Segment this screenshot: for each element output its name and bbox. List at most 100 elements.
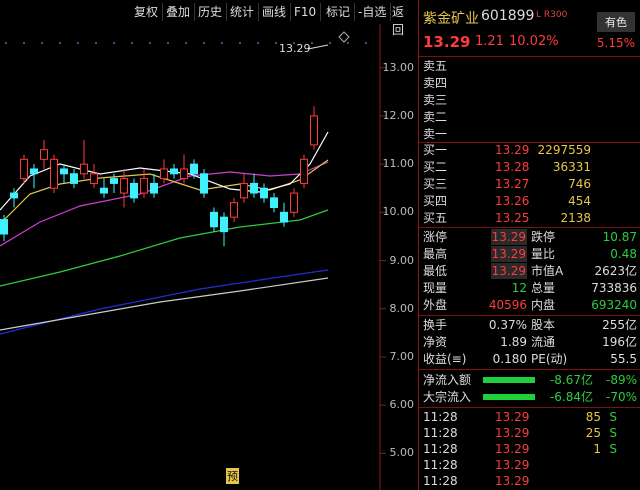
candle-body [200,173,208,194]
y-tick-label: 9.00 [389,253,415,267]
flow-row: 大宗流入 -6.84亿 -70% [419,389,640,405]
signal-dot [113,42,115,44]
ask-row[interactable]: 卖四 [419,75,640,91]
tick-row: 11:28 13.29 25 S [419,425,640,441]
ask-row[interactable]: 卖三 [419,92,640,108]
signal-dot [329,42,331,44]
stat-label: 涨停 [423,230,448,244]
candle-body [90,173,98,184]
bid-price: 13.27 [495,177,530,191]
bid-label: 买二 [423,160,448,174]
candle-body [120,178,128,194]
stat-label: 股本 [531,318,556,332]
signal-dot [149,42,151,44]
candle-body [60,168,68,175]
signal-dot [95,42,97,44]
bid-row[interactable]: 买五 13.25 2138 [419,210,640,226]
stat-row: 净资 1.89 流通 196亿 [419,334,640,350]
bid-price: 13.29 [495,143,530,157]
bid-price: 13.26 [495,194,530,208]
y-tick-label: 12.00 [382,108,415,122]
tick-time: 11:28 [423,474,458,488]
candle-body [190,163,198,175]
stock-header: 紫金矿业 601899 L R300 有色 13.29 1.21 10.02% … [419,0,640,56]
flow-label: 净流入额 [423,373,472,387]
candle-body [160,168,168,180]
y-tick-label: 5.00 [389,446,415,460]
flow-value: -8.67亿 [549,373,593,387]
flow-row: 净流入额 -8.67亿 -89% [419,372,640,388]
tick-price: 13.29 [495,410,530,424]
ask-row[interactable]: 卖五 [419,58,640,74]
tick-volume: 25 [585,426,601,440]
bid-label: 买四 [423,194,448,208]
candle-body [150,182,158,194]
stat-row: 收益(≡) 0.180 PE(动) 55.5 [419,351,640,367]
y-tick-label: 10.00 [382,205,415,219]
ma-green [0,209,329,287]
flow-label: 大宗流入 [423,390,472,404]
signal-dot [167,42,169,44]
bid-row[interactable]: 买一 13.29 2297559 [419,142,640,158]
candle-body [100,187,108,194]
tick-price: 13.29 [495,474,530,488]
candle-body [10,192,18,199]
bid-volume: 36331 [552,160,591,174]
signal-dot [347,42,349,44]
stat-value: 733836 [591,281,637,295]
candle-body [40,149,48,160]
ask-row[interactable]: 卖一 [419,126,640,142]
stat-label: 净资 [423,335,448,349]
sector-tag[interactable]: 有色 [597,12,635,32]
stock-name[interactable]: 紫金矿业 [423,8,479,28]
ask-row[interactable]: 卖二 [419,109,640,125]
candle-body [140,178,148,194]
candle-body [280,211,288,223]
stat-label: 量比 [531,247,556,261]
back-button[interactable]: 返回 [388,3,418,37]
stat-row: 现量 12 总量 733836 [419,280,640,296]
stat-value: 12 [511,281,527,295]
stat-value: 196亿 [602,335,637,349]
y-tick-label: 13.00 [382,60,415,74]
stat-label: 最高 [423,247,448,261]
stat-value: 13.29 [490,246,527,262]
add-watchlist-button[interactable]: -自选 [354,3,392,21]
divider [419,56,640,57]
y-tick-label: 8.00 [389,301,415,315]
tick-time: 11:28 [423,442,458,456]
candle-body [250,182,258,194]
stat-value: 13.29 [490,263,527,279]
bid-row[interactable]: 买四 13.26 454 [419,193,640,209]
stat-value: 0.37% [488,318,527,332]
ask-label: 卖五 [423,59,448,73]
f10-button[interactable]: F10 [290,3,322,21]
candle-body [130,182,138,199]
signal-dot [275,42,277,44]
candle-body [50,158,58,189]
overlay-button[interactable]: 叠加 [162,3,196,21]
statistics-button[interactable]: 统计 [226,3,260,21]
signal-dot [203,42,205,44]
stock-flags: L R300 [536,10,568,20]
bid-price: 13.25 [495,211,530,225]
sector-change-pct: 5.15% [596,36,635,50]
flow-pct: -89% [605,373,637,387]
divider [419,369,640,370]
mark-button[interactable]: 标记 [322,3,356,21]
stat-value: 0.48 [610,247,637,261]
history-button[interactable]: 历史 [194,3,228,21]
draw-line-button[interactable]: 画线 [258,3,292,21]
stat-value: 10.87 [602,230,637,244]
bid-label: 买五 [423,211,448,225]
tick-row: 11:28 13.29 [419,473,640,489]
signal-dot [311,42,313,44]
bid-row[interactable]: 买三 13.27 746 [419,176,640,192]
stat-row: 外盘 40596 内盘 693240 [419,297,640,313]
divider [419,315,640,316]
candle-body [260,187,268,199]
bid-row[interactable]: 买二 13.28 36331 [419,159,640,175]
kline-chart[interactable]: 13.29 13.00 12.00 11.00 10.00 9.00 8.00 7.00 6.… [0,24,418,490]
signal-dot [131,42,133,44]
restore-rights-button[interactable]: 复权 [130,3,164,21]
